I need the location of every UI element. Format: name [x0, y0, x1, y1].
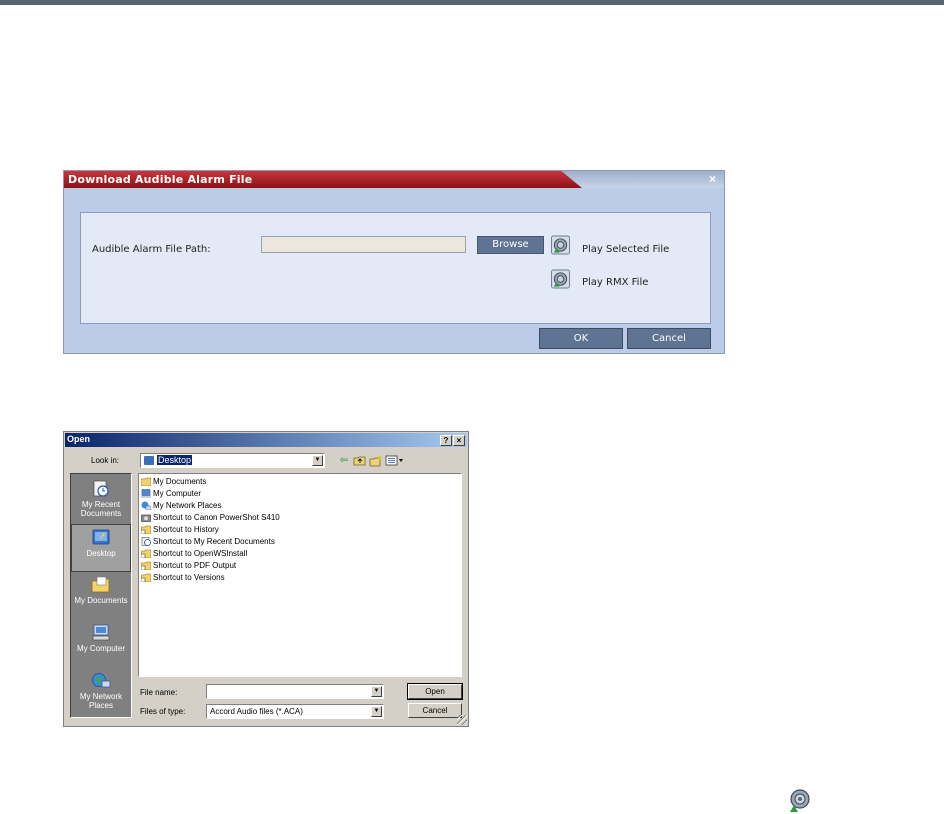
dialog-titlebar: Download Audible Alarm File × — [64, 171, 724, 188]
speaker-icon — [790, 789, 810, 812]
up-folder-icon[interactable] — [353, 454, 367, 467]
files-of-type-select[interactable]: Accord Audio files (*.ACA) ▼ — [206, 704, 384, 719]
cancel-button[interactable]: Cancel — [408, 703, 462, 718]
folder-shortcut-icon — [141, 525, 151, 534]
my-documents-icon — [91, 576, 110, 593]
place-label: Desktop — [86, 549, 116, 558]
file-path-input[interactable] — [261, 236, 466, 253]
my-computer-icon — [92, 624, 110, 641]
folder-shortcut-icon — [141, 573, 151, 582]
resize-grip[interactable] — [457, 715, 467, 725]
help-icon[interactable]: ? — [440, 435, 452, 446]
new-folder-icon[interactable] — [369, 454, 383, 467]
camera-shortcut-icon — [141, 514, 151, 522]
ok-button[interactable]: OK — [539, 328, 623, 349]
back-arrow-icon[interactable]: ⇦ — [337, 454, 351, 467]
dialog-title: Download Audible Alarm File — [68, 173, 253, 186]
speaker-icon[interactable] — [551, 235, 570, 255]
top-rule — [0, 0, 944, 5]
recent-documents-icon — [93, 480, 109, 497]
network-places-icon — [92, 673, 111, 688]
place-label: My Computer — [76, 644, 125, 653]
recent-shortcut-icon — [141, 537, 151, 546]
cancel-button[interactable]: Cancel — [627, 328, 711, 349]
alarm-settings-panel: Audible Alarm File Path: Browse Play Sel… — [80, 212, 711, 324]
download-audible-alarm-dialog: Download Audible Alarm File × Audible Al… — [63, 170, 725, 354]
close-icon[interactable]: × — [453, 435, 465, 446]
folder-shortcut-icon — [141, 549, 151, 558]
desktop-icon — [92, 529, 110, 545]
look-in-label: Look in: — [91, 456, 120, 465]
open-button[interactable]: Open — [407, 683, 463, 700]
look-in-value: Desktop — [157, 455, 193, 465]
play-selected-file-label[interactable]: Play Selected File — [582, 244, 669, 255]
file-list[interactable]: My Documents My Computer My Network Plac… — [138, 473, 462, 677]
place-label: My Recent Documents — [80, 500, 122, 518]
place-desktop[interactable]: Desktop — [71, 524, 131, 572]
chevron-down-icon[interactable]: ▼ — [371, 706, 382, 717]
place-my-recent-documents[interactable]: My Recent Documents — [71, 476, 131, 524]
places-bar: My Recent Documents Desktop My Documents — [70, 473, 132, 718]
file-name-input[interactable]: ▼ — [206, 684, 384, 699]
chevron-down-icon[interactable]: ▼ — [371, 686, 382, 697]
place-label: My Documents — [74, 596, 128, 605]
file-name-label: File name: — [140, 688, 178, 697]
open-dialog-title: Open — [67, 434, 91, 444]
place-my-network-places[interactable]: My Network Places — [71, 668, 131, 716]
chevron-down-icon[interactable]: ▼ — [312, 455, 323, 466]
open-file-dialog: Open ? × Look in: Desktop ▼ ⇦ My Recent … — [63, 431, 469, 727]
open-titlebar: Open ? × — [65, 433, 467, 447]
my-documents-icon — [141, 477, 151, 486]
file-path-label: Audible Alarm File Path: — [92, 244, 211, 255]
place-my-documents[interactable]: My Documents — [71, 572, 131, 620]
place-label: My Network Places — [79, 692, 123, 710]
look-in-dropdown[interactable]: Desktop ▼ — [140, 453, 325, 468]
files-of-type-value: Accord Audio files (*.ACA) — [210, 707, 303, 716]
play-rmx-file-label[interactable]: Play RMX File — [582, 277, 648, 288]
browse-button[interactable]: Browse — [477, 236, 544, 254]
my-computer-icon — [141, 489, 151, 498]
speaker-icon[interactable] — [551, 269, 570, 289]
desktop-icon — [144, 456, 154, 465]
folder-shortcut-icon — [141, 561, 151, 570]
close-icon[interactable]: × — [706, 172, 719, 186]
view-menu-icon[interactable] — [385, 454, 405, 467]
network-places-icon — [141, 501, 151, 510]
place-my-computer[interactable]: My Computer — [71, 620, 131, 668]
files-of-type-label: Files of type: — [140, 707, 186, 716]
